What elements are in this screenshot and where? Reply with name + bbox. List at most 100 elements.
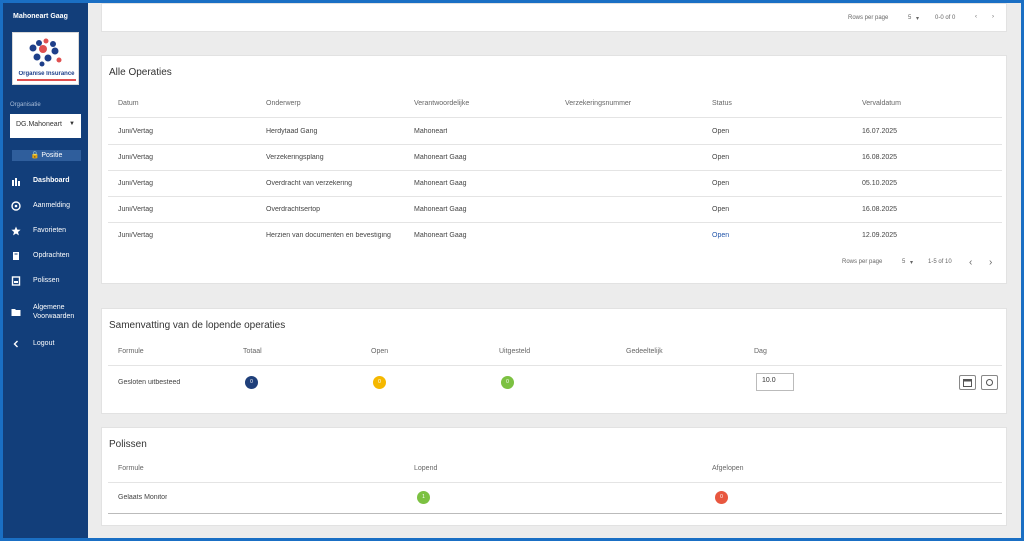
dag-input[interactable]: 10.0 xyxy=(756,373,794,391)
row-divider xyxy=(108,144,1002,145)
rows-per-page-select[interactable]: 5 xyxy=(902,259,905,265)
sidebar-item-label: Logout xyxy=(33,340,55,347)
sidebar-item-algemene-voorwaarden[interactable]: Algemene Voorwaarden xyxy=(3,293,88,331)
column-header-lopend: Lopend xyxy=(414,465,438,472)
sidebar-item-label: Favorieten xyxy=(33,227,67,234)
summary-title: Samenvatting van de lopende operaties xyxy=(109,320,286,331)
lopend-count-badge: 1 xyxy=(417,491,430,504)
column-header-uitgesteld: Uitgesteld xyxy=(499,348,531,355)
summary-formule: Gesloten uitbesteed xyxy=(118,379,181,386)
organisation-select[interactable]: DG.Mahoneart ▼ xyxy=(10,114,81,138)
column-header-status[interactable]: Status xyxy=(712,100,732,107)
logo-dots-icon xyxy=(29,38,62,67)
table-cell-verantwoordelijke: Mahoneart Gaag xyxy=(414,206,467,213)
rows-per-page-label: Rows per page xyxy=(842,259,883,265)
column-header-open: Open xyxy=(371,348,389,355)
positie-button-label: Positie xyxy=(41,152,63,159)
prev-page-button[interactable]: ‹ xyxy=(969,257,972,268)
sidebar-item-dashboard[interactable]: Dashboard xyxy=(3,168,88,193)
next-page-button[interactable]: › xyxy=(992,14,994,20)
folder-icon xyxy=(10,306,22,318)
table-cell-verantwoordelijke: Mahoneart Gaag xyxy=(414,232,467,239)
sidebar-item-label: Dashboard xyxy=(33,177,70,184)
organisation-select-value: DG.Mahoneart xyxy=(16,121,62,128)
open-count-badge: 0 xyxy=(373,376,386,389)
document-icon xyxy=(10,275,22,287)
table-cell-status: Open xyxy=(712,128,730,135)
column-header-afgelopen: Afgelopen xyxy=(712,465,744,472)
globe-icon xyxy=(10,200,22,212)
table-cell-onderwerp[interactable]: Herzien van documenten en bevestiging xyxy=(266,232,406,239)
column-header-formule: Formule xyxy=(118,465,144,472)
sidebar-item-label: Aanmelding xyxy=(33,202,70,209)
sidebar-item-label: Algemene Voorwaarden xyxy=(33,304,75,320)
sidebar-item-logout[interactable]: Logout xyxy=(3,331,88,356)
table-cell-datum: Juni/Vertag xyxy=(118,232,154,239)
column-header-datum[interactable]: Datum xyxy=(118,100,139,107)
organisation-label: Organisatie xyxy=(10,102,41,108)
table-cell-onderwerp[interactable]: Overdracht van verzekering xyxy=(266,180,406,187)
column-header-verzekeringsnummer[interactable]: Verzekeringsnummer xyxy=(565,100,631,107)
pagination-range: 0-0 of 0 xyxy=(935,15,956,21)
table-cell-onderwerp[interactable]: Verzekeringsplang xyxy=(266,154,406,161)
book-icon xyxy=(10,250,22,262)
totaal-count-badge: 0 xyxy=(245,376,258,389)
table-cell-verantwoordelijke: Mahoneart Gaag xyxy=(414,180,467,187)
sidebar-item-polissen[interactable]: Polissen xyxy=(3,268,88,293)
top-table-card: Rows per page 5 ▾ 0-0 of 0 ‹ › xyxy=(101,3,1007,32)
row-divider xyxy=(108,222,1002,223)
column-header-vervaldatum[interactable]: Vervaldatum xyxy=(862,100,901,107)
table-cell-vervaldatum: 16.08.2025 xyxy=(862,154,898,161)
lock-icon: 🔒 xyxy=(30,152,40,159)
table-cell-verantwoordelijke: Mahoneart Gaag xyxy=(414,154,467,161)
summary-card: Samenvatting van de lopende operaties Fo… xyxy=(101,308,1007,414)
row-divider xyxy=(108,513,1002,514)
star-icon xyxy=(10,225,22,237)
table-cell-datum: Juni/Vertag xyxy=(118,128,154,135)
afgelopen-count-badge: 0 xyxy=(715,491,728,504)
prev-page-button[interactable]: ‹ xyxy=(975,14,977,20)
calendar-icon xyxy=(963,379,972,387)
header-divider xyxy=(108,117,1002,118)
header-divider xyxy=(108,365,1002,366)
policies-title: Polissen xyxy=(109,439,147,450)
column-header-totaal: Totaal xyxy=(243,348,262,355)
table-cell-status: Open xyxy=(712,206,730,213)
chevron-down-icon: ▾ xyxy=(916,16,920,22)
next-page-button[interactable]: › xyxy=(989,257,992,268)
table-cell-vervaldatum: 16.08.2025 xyxy=(862,206,898,213)
operations-card: Alle Operaties Datum Onderwerp Verantwoo… xyxy=(101,55,1007,284)
rows-per-page-select[interactable]: 5 xyxy=(908,15,911,21)
sidebar-item-aanmelding[interactable]: Aanmelding xyxy=(3,193,88,218)
pagination-range: 1-5 of 10 xyxy=(928,259,952,265)
sidebar-item-label: Opdrachten xyxy=(33,252,70,259)
table-cell-status: Open xyxy=(712,154,730,161)
table-cell-datum: Juni/Vertag xyxy=(118,206,154,213)
logo-text: Organise Insurance xyxy=(18,71,75,77)
uitgesteld-count-badge: 0 xyxy=(501,376,514,389)
table-cell-status: Open xyxy=(712,180,730,187)
row-divider xyxy=(108,196,1002,197)
column-header-onderwerp[interactable]: Onderwerp xyxy=(266,100,301,107)
table-cell-vervaldatum: 05.10.2025 xyxy=(862,180,898,187)
column-header-verantwoordelijke[interactable]: Verantwoordelijke xyxy=(414,100,469,107)
home-icon xyxy=(10,175,22,187)
sidebar-nav: Dashboard Aanmelding Favorieten Opdracht… xyxy=(3,168,88,356)
table-cell-verantwoordelijke: Mahoneart xyxy=(414,128,448,135)
table-cell-vervaldatum: 16.07.2025 xyxy=(862,128,898,135)
calendar-button[interactable] xyxy=(959,375,976,390)
refresh-icon xyxy=(986,379,993,386)
sidebar-item-opdrachten[interactable]: Opdrachten xyxy=(3,243,88,268)
operations-title: Alle Operaties xyxy=(109,67,172,78)
column-header-formule: Formule xyxy=(118,348,144,355)
positie-button[interactable]: 🔒 Positie xyxy=(12,150,81,161)
table-cell-datum: Juni/Vertag xyxy=(118,154,154,161)
logo-accent-bar xyxy=(17,79,76,81)
sidebar-item-label: Polissen xyxy=(33,277,60,284)
column-header-dag: Dag xyxy=(754,348,767,355)
refresh-button[interactable] xyxy=(981,375,998,390)
table-cell-onderwerp[interactable]: Overdrachtsertop xyxy=(266,206,406,213)
sidebar-item-favorieten[interactable]: Favorieten xyxy=(3,218,88,243)
table-cell-onderwerp[interactable]: Herdytaad Gang xyxy=(266,128,406,135)
row-divider xyxy=(108,170,1002,171)
